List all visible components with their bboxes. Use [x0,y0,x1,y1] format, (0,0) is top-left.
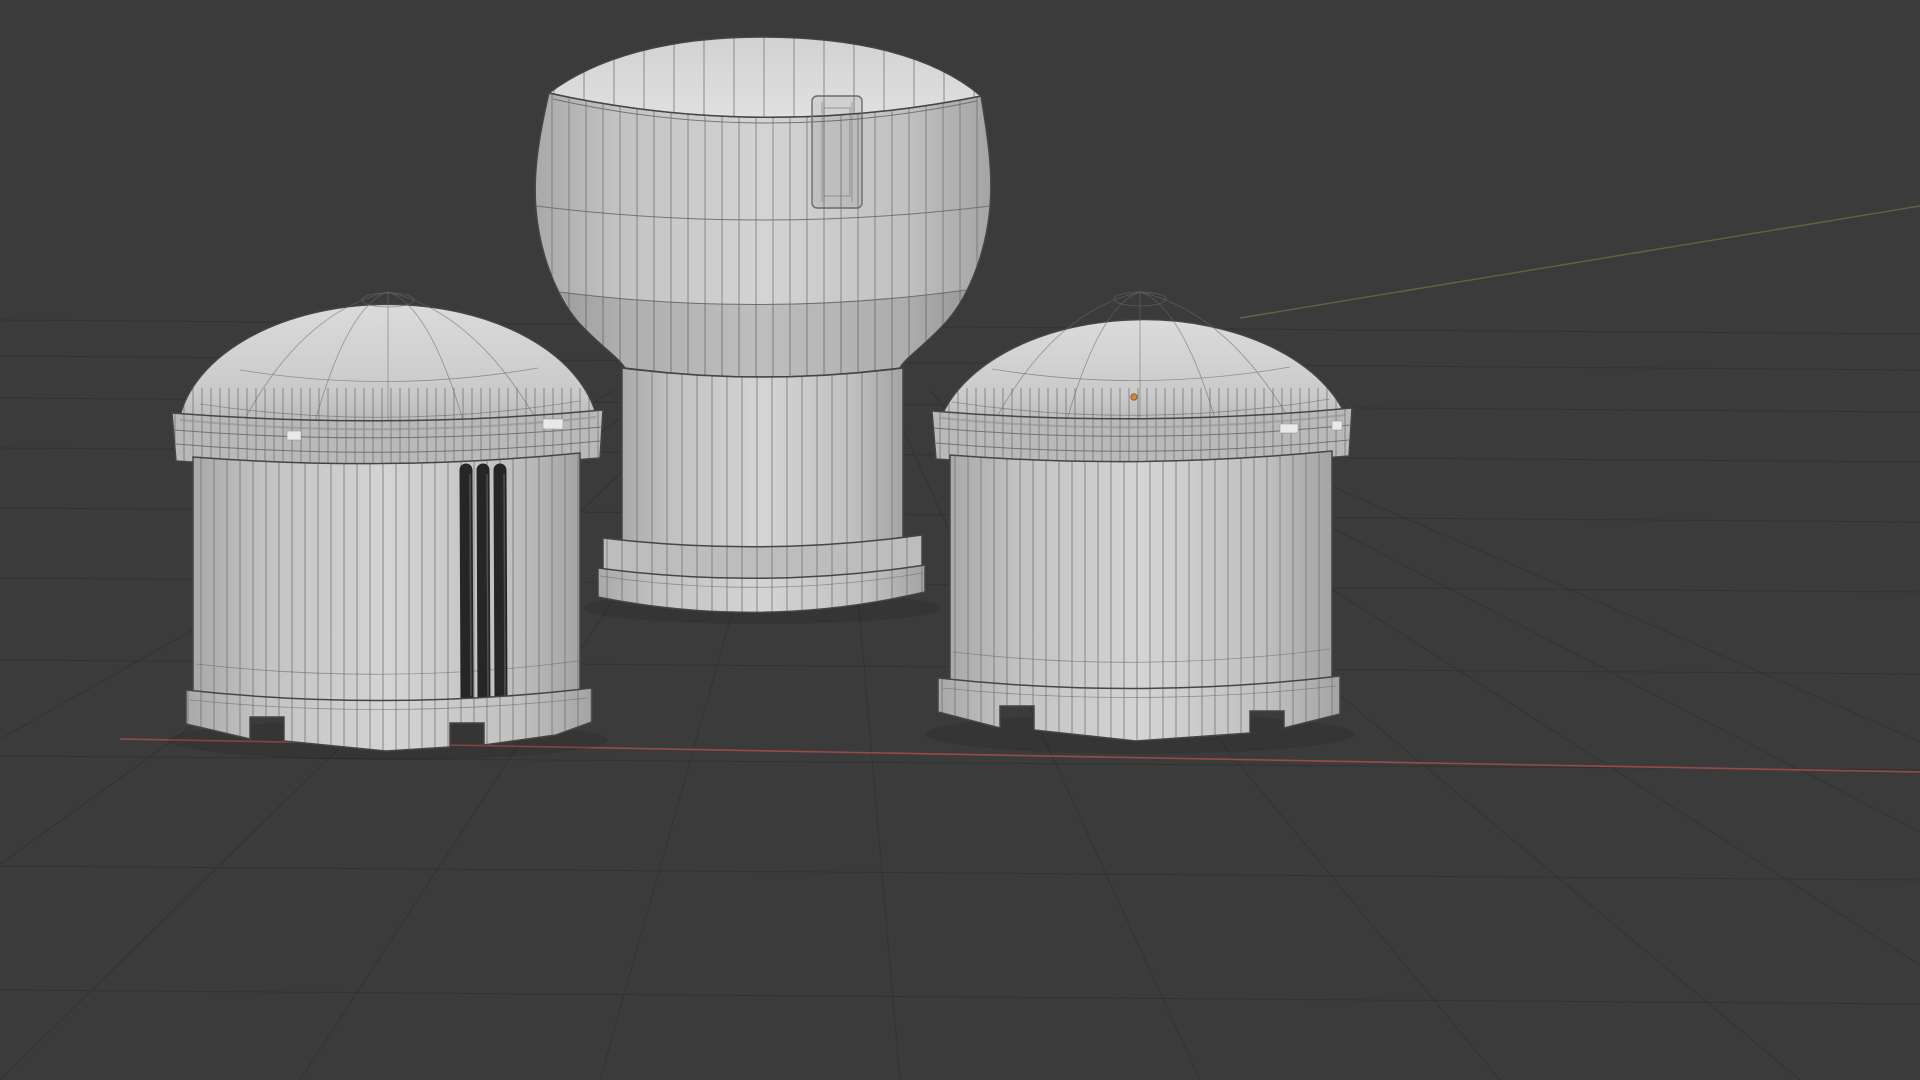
vessel-base-flange [597,534,926,614]
object-tank-right[interactable] [925,291,1355,754]
vessel-access-panel [811,95,863,209]
viewport-3d[interactable] [0,0,1920,1080]
object-tank-left[interactable] [168,291,608,760]
collar-hatch-mark [1279,423,1299,434]
vessel-stem [621,367,904,569]
collar-hatch-mark [542,418,564,430]
collar-hatch-mark [1331,420,1343,431]
tank-body [192,452,581,711]
collar-hatch-mark [286,430,302,441]
origin-point [1130,393,1138,401]
tank-cables [459,463,508,709]
tank-body [949,450,1333,699]
vessel-barrel [534,92,992,378]
